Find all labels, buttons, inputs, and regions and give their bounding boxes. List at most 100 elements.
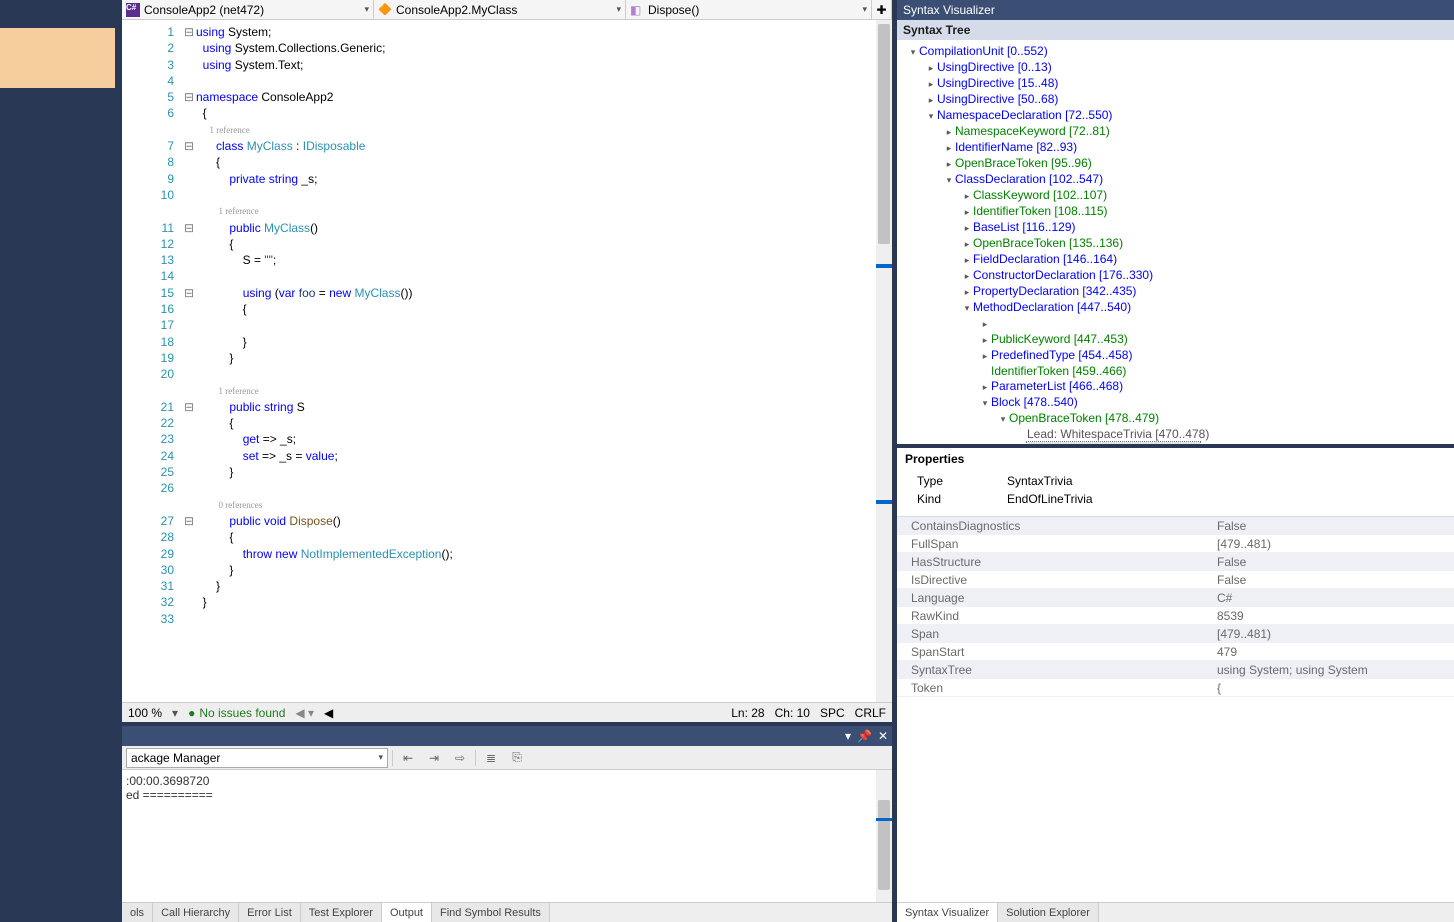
bottom-tab[interactable]: Find Symbol Results <box>432 903 550 922</box>
tree-node[interactable]: ▸IdentifierToken [108..115) <box>899 204 1452 220</box>
property-row[interactable]: SpanStart479 <box>897 643 1454 661</box>
property-row[interactable]: IsDirectiveFalse <box>897 571 1454 589</box>
tree-node[interactable]: Lead: WhitespaceTrivia [470..478) <box>899 427 1452 442</box>
panel-title: Syntax Visualizer <box>897 0 1454 20</box>
tree-node[interactable]: ▸NamespaceKeyword [72..81) <box>899 124 1452 140</box>
properties-header: Properties <box>897 448 1454 470</box>
indent-mode[interactable]: SPC <box>820 706 845 720</box>
properties-grid[interactable]: ContainsDiagnosticsFalseFullSpan[479..48… <box>897 516 1454 902</box>
expander-icon[interactable]: ▸ <box>961 189 973 204</box>
tree-node[interactable]: ▸UsingDirective [0..13) <box>899 60 1452 76</box>
expander-icon[interactable]: ▾ <box>979 396 991 411</box>
wrap-icon[interactable]: ⎘ <box>506 748 528 768</box>
tree-node[interactable]: ▸UsingDirective [50..68) <box>899 92 1452 108</box>
tree-node[interactable]: ▾OpenBraceToken [478..479) <box>899 411 1452 427</box>
tree-node[interactable]: ▸FieldDeclaration [146..164) <box>899 252 1452 268</box>
property-row[interactable]: ContainsDiagnosticsFalse <box>897 517 1454 535</box>
tree-node[interactable]: ▾Block [478..540) <box>899 395 1452 411</box>
expander-icon[interactable]: ▸ <box>979 349 991 364</box>
tree-node[interactable]: ▸PublicKeyword [447..453) <box>899 332 1452 348</box>
expander-icon[interactable]: ▸ <box>925 93 937 108</box>
output-text[interactable]: :00:00.3698720 ed ========== <box>122 770 876 902</box>
code-editor[interactable]: 1234567891011121314151617181920212223242… <box>122 20 892 702</box>
pin-icon[interactable]: 📌 <box>857 729 872 743</box>
expander-icon[interactable]: ▸ <box>925 77 937 92</box>
tree-node[interactable]: ▸ <box>899 316 1452 332</box>
clear-icon[interactable]: ≣ <box>480 748 502 768</box>
zoom-level[interactable]: 100 % <box>128 706 162 720</box>
bottom-tab[interactable]: Output <box>382 903 432 922</box>
output-source-combo[interactable]: ackage Manager▾ <box>126 748 388 768</box>
bottom-tab[interactable]: ols <box>122 903 153 922</box>
property-row[interactable]: SyntaxTreeusing System; using System <box>897 661 1454 679</box>
property-row[interactable]: LanguageC# <box>897 589 1454 607</box>
expander-icon[interactable]: ▾ <box>961 301 973 316</box>
close-icon[interactable]: ✕ <box>878 729 888 743</box>
expander-icon[interactable]: ▸ <box>961 205 973 220</box>
class-dropdown[interactable]: 🔶 ConsoleApp2.MyClass ▾ <box>374 0 626 19</box>
bottom-tab[interactable]: Call Hierarchy <box>153 903 239 922</box>
scroll-thumb[interactable] <box>878 24 890 244</box>
tree-node[interactable]: ▾CompilationUnit [0..552) <box>899 44 1452 60</box>
split-button[interactable]: ✚ <box>872 0 892 19</box>
prop-key: Kind <box>917 492 977 506</box>
expander-icon[interactable]: ▸ <box>979 380 991 395</box>
property-row[interactable]: Span[479..481) <box>897 625 1454 643</box>
expander-icon[interactable]: ▸ <box>961 253 973 268</box>
editor-scrollbar[interactable] <box>876 20 892 702</box>
property-row[interactable]: FullSpan[479..481) <box>897 535 1454 553</box>
expander-icon[interactable]: ▸ <box>961 285 973 300</box>
tree-node[interactable]: ▸IdentifierName [82..93) <box>899 140 1452 156</box>
find-icon[interactable]: ⇨ <box>449 748 471 768</box>
tree-node[interactable]: ▸ClassKeyword [102..107) <box>899 188 1452 204</box>
tree-node[interactable]: ▸UsingDirective [15..48) <box>899 76 1452 92</box>
tree-node[interactable]: ▸PropertyDeclaration [342..435) <box>899 284 1452 300</box>
project-name: ConsoleApp2 (net472) <box>144 3 264 17</box>
issues-indicator[interactable]: ●No issues found <box>188 706 285 720</box>
right-tab[interactable]: Syntax Visualizer <box>897 903 998 922</box>
expander-icon[interactable]: ▸ <box>979 333 991 348</box>
expander-icon[interactable]: ▸ <box>961 221 973 236</box>
expander-icon[interactable]: ▸ <box>943 141 955 156</box>
property-row[interactable]: HasStructureFalse <box>897 553 1454 571</box>
bottom-tab[interactable]: Error List <box>239 903 301 922</box>
tree-node[interactable]: ▸ConstructorDeclaration [176..330) <box>899 268 1452 284</box>
expander-icon[interactable]: ▾ <box>907 45 919 60</box>
expander-icon[interactable]: ▸ <box>943 125 955 140</box>
expander-icon[interactable]: ▸ <box>961 269 973 284</box>
method-name: Dispose() <box>648 3 699 17</box>
expander-icon[interactable]: ▸ <box>925 61 937 76</box>
tree-node[interactable]: ▸ParameterList [466..468) <box>899 379 1452 395</box>
project-dropdown[interactable]: C# ConsoleApp2 (net472) ▾ <box>122 0 374 19</box>
tree-node[interactable]: ▸BaseList [116..129) <box>899 220 1452 236</box>
tree-node[interactable]: ▾NamespaceDeclaration [72..550) <box>899 108 1452 124</box>
expander-icon[interactable]: ▾ <box>925 109 937 124</box>
expander-icon[interactable]: ▾ <box>943 173 955 188</box>
tree-node[interactable]: IdentifierToken [459..466) <box>899 364 1452 379</box>
syntax-tree[interactable]: ▾CompilationUnit [0..552)▸UsingDirective… <box>897 40 1454 444</box>
next-icon[interactable]: ⇥ <box>423 748 445 768</box>
code-area[interactable]: using System; using System.Collections.G… <box>196 20 876 702</box>
member-dropdown[interactable]: ◧ Dispose() ▾ <box>626 0 872 19</box>
bottom-tab[interactable]: Test Explorer <box>301 903 382 922</box>
tree-node[interactable]: ▾MethodDeclaration [447..540) <box>899 300 1452 316</box>
right-tab[interactable]: Solution Explorer <box>998 903 1099 922</box>
fold-margin[interactable]: ⊟ ⊟ ⊟ ⊟ ⊟ ⊟ ⊟ <box>182 20 196 702</box>
expander-icon[interactable]: ▸ <box>979 317 991 332</box>
tree-node[interactable]: ▾ClassDeclaration [102..547) <box>899 172 1452 188</box>
expander-icon[interactable]: ▸ <box>943 157 955 172</box>
prop-key: Type <box>917 474 977 488</box>
tree-node[interactable]: ▸PredefinedType [454..458) <box>899 348 1452 364</box>
expander-icon[interactable]: ▸ <box>961 237 973 252</box>
property-row[interactable]: Token{ <box>897 679 1454 697</box>
prev-icon[interactable]: ⇤ <box>397 748 419 768</box>
property-row[interactable]: RawKind8539 <box>897 607 1454 625</box>
csharp-icon: C# <box>126 3 140 17</box>
tree-node[interactable]: ▸OpenBraceToken [135..136) <box>899 236 1452 252</box>
expander-icon[interactable]: ▾ <box>997 412 1009 427</box>
output-scrollbar[interactable] <box>876 770 892 902</box>
prop-val: EndOfLineTrivia <box>1007 492 1093 506</box>
tree-node[interactable]: ▸OpenBraceToken [95..96) <box>899 156 1452 172</box>
dropdown-icon[interactable]: ▾ <box>845 729 851 743</box>
line-ending[interactable]: CRLF <box>855 706 886 720</box>
